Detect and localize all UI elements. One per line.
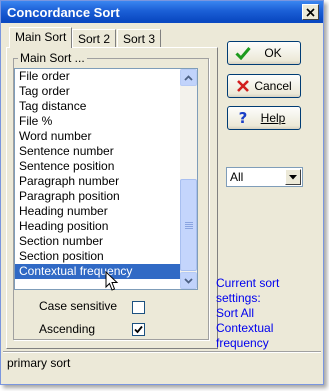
- current-sort-line: Sort All: [216, 306, 255, 320]
- case-sensitive-checkbox[interactable]: [132, 301, 145, 314]
- checkmark-icon: [134, 325, 143, 334]
- question-mark-icon: ?: [238, 109, 248, 127]
- tab-main-sort[interactable]: Main Sort: [9, 27, 73, 48]
- mouse-cursor-icon: [105, 271, 119, 291]
- ascending-label: Ascending: [39, 322, 96, 336]
- list-item[interactable]: Sentence position: [15, 159, 181, 174]
- ok-label: OK: [264, 46, 282, 60]
- check-icon: [235, 47, 251, 60]
- x-icon: [237, 80, 249, 92]
- tab-sort-2[interactable]: Sort 2: [72, 29, 117, 47]
- sort-scope-value: All: [230, 170, 244, 184]
- main-sort-group-label: Main Sort ...: [18, 51, 87, 65]
- main-sort-list: File order Tag order Tag distance File % Wor…: [15, 69, 181, 279]
- list-scrollbar[interactable]: [180, 69, 197, 289]
- tab-sort-2-label: Sort 2: [78, 32, 111, 46]
- concordance-sort-dialog: Concordance Sort Main Sort Sort 2 Sort 3…: [0, 0, 324, 385]
- tab-main-sort-label: Main Sort: [15, 30, 67, 44]
- list-item[interactable]: Heading number: [15, 204, 181, 219]
- status-bar: primary sort: [3, 351, 321, 373]
- main-sort-listbox[interactable]: File order Tag order Tag distance File % Wor…: [14, 68, 198, 290]
- tab-sort-3-label: Sort 3: [123, 32, 156, 46]
- chevron-down-icon: [289, 174, 297, 179]
- list-item[interactable]: Tag distance: [15, 99, 181, 114]
- sort-scope-dropdown[interactable]: All: [226, 167, 303, 187]
- list-item[interactable]: Word number: [15, 129, 181, 144]
- list-item[interactable]: Section position: [15, 249, 181, 264]
- current-sort-line: Current sort: [216, 276, 280, 290]
- chevron-down-icon: [184, 277, 193, 284]
- current-sort-line: settings:: [216, 291, 261, 305]
- cancel-button[interactable]: Cancel: [227, 74, 301, 98]
- dropdown-button[interactable]: [285, 169, 301, 185]
- ok-button[interactable]: OK: [227, 41, 301, 65]
- ascending-checkbox[interactable]: [132, 323, 145, 336]
- list-item[interactable]: Paragraph position: [15, 189, 181, 204]
- current-sort-line: frequency: [216, 336, 269, 350]
- list-item[interactable]: Tag order: [15, 84, 181, 99]
- list-item[interactable]: Sentence number: [15, 144, 181, 159]
- list-item[interactable]: Contextual frequency: [15, 264, 181, 279]
- close-icon: [306, 7, 315, 17]
- case-sensitive-label: Case sensitive: [39, 299, 118, 313]
- status-text: primary sort: [7, 356, 71, 370]
- window-title: Concordance Sort: [7, 5, 120, 20]
- list-item[interactable]: Section number: [15, 234, 181, 249]
- help-label: Help: [260, 111, 286, 125]
- cancel-label: Cancel: [254, 79, 292, 93]
- list-item[interactable]: Paragraph number: [15, 174, 181, 189]
- list-item[interactable]: File order: [15, 69, 181, 84]
- help-button[interactable]: ? Help: [227, 106, 301, 130]
- chevron-up-icon: [184, 74, 193, 81]
- close-button[interactable]: [302, 4, 319, 20]
- list-item[interactable]: Heading position: [15, 219, 181, 234]
- current-sort-line: Contextual: [216, 321, 274, 335]
- title-bar: Concordance Sort: [1, 1, 323, 23]
- scroll-down-button[interactable]: [180, 272, 197, 289]
- scroll-thumb[interactable]: [180, 179, 197, 271]
- list-item[interactable]: File %: [15, 114, 181, 129]
- scroll-up-button[interactable]: [180, 69, 197, 86]
- grip-icon: [184, 222, 193, 229]
- tab-sort-3[interactable]: Sort 3: [117, 29, 162, 47]
